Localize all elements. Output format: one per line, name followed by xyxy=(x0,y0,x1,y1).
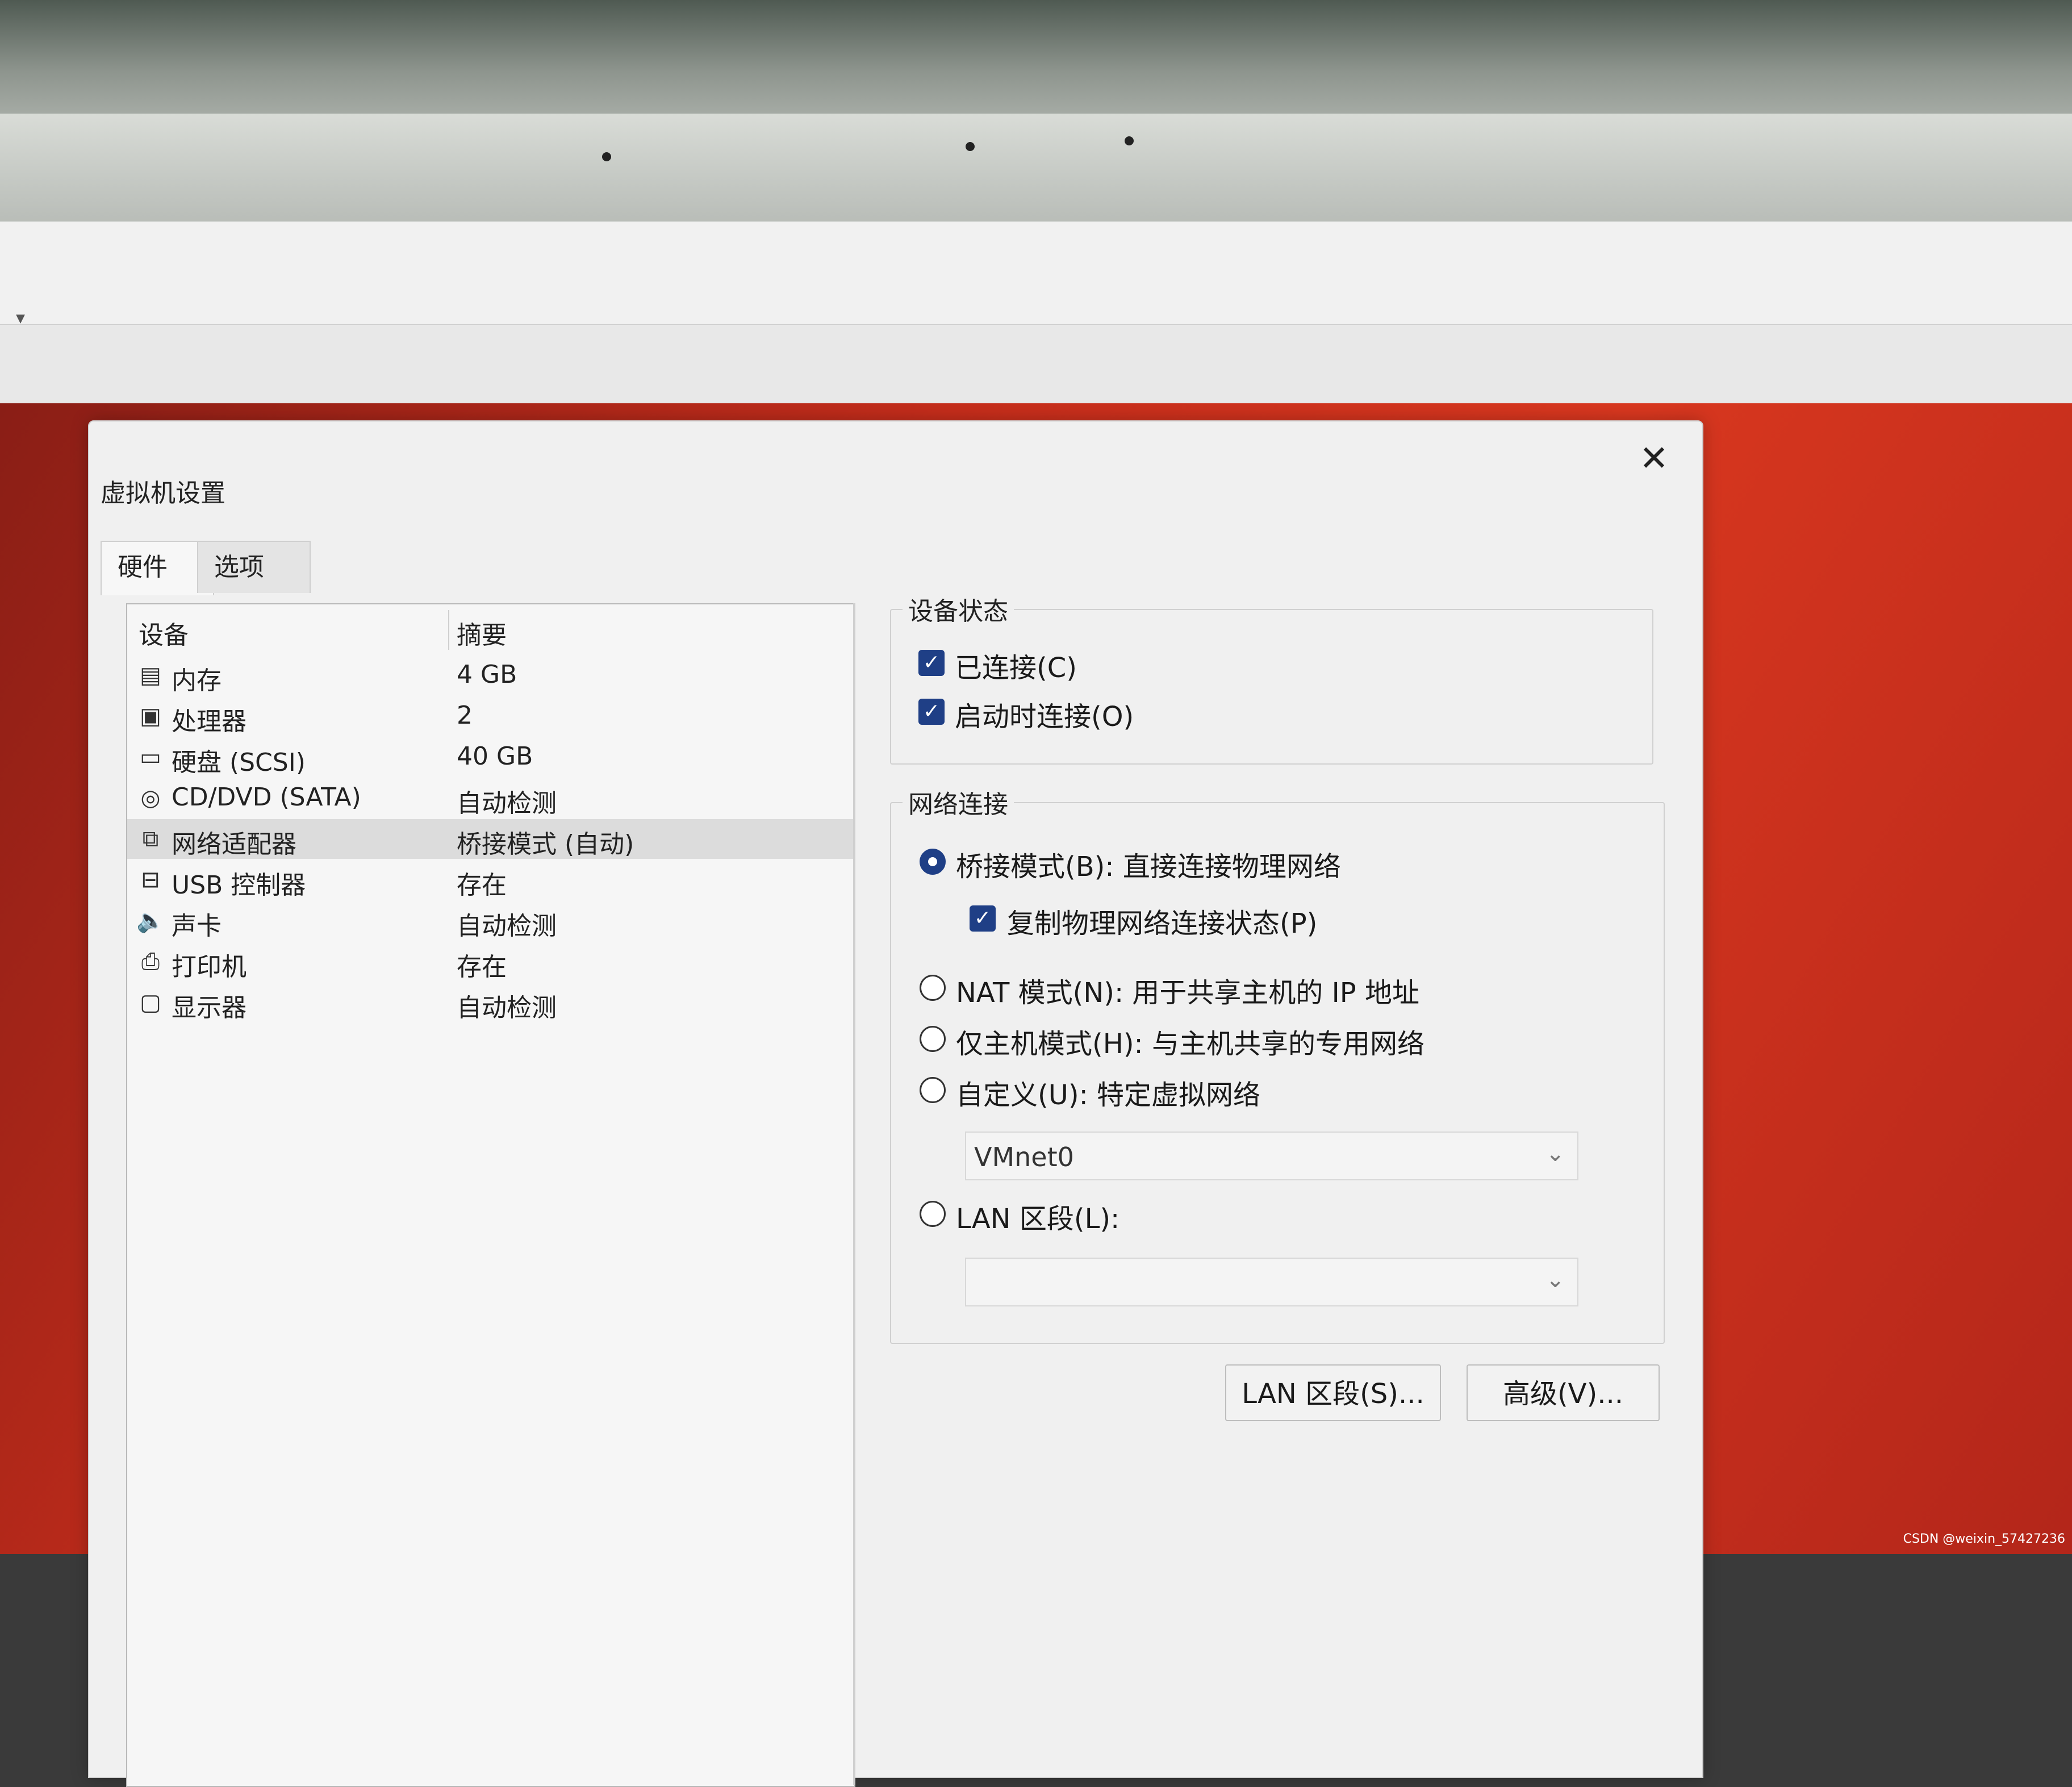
device-summary: 4 GB xyxy=(457,660,517,689)
device-summary: 自动检测 xyxy=(457,993,557,1022)
host-only-radio[interactable] xyxy=(920,1026,946,1052)
panel-separator xyxy=(853,603,855,1785)
printer-icon: ⎙ xyxy=(141,949,160,975)
dialog-titlebar: 虚拟机设置 ✕ xyxy=(89,421,1702,508)
processor-icon: ▣ xyxy=(140,703,161,729)
usb-controller-icon: ⊟ xyxy=(141,867,160,893)
custom-radio[interactable] xyxy=(920,1077,946,1103)
device-row[interactable]: ⊟ USB 控制器 存在 xyxy=(127,860,853,900)
device-row[interactable]: ▭ 硬盘 (SCSI) 40 GB xyxy=(127,737,853,777)
device-name: 处理器 xyxy=(172,707,247,736)
connect-at-power-on-label[interactable]: 启动时连接(O) xyxy=(955,694,1134,734)
device-name: CD/DVD (SATA) xyxy=(172,783,361,812)
screen: ▾ 虚拟机设置 ✕ 硬件 选项 设备 摘要 ▤ 内存 4 GB ▣ 处理器 2 ▭ 硬盘 (S… xyxy=(0,222,2072,1787)
nat-radio[interactable] xyxy=(920,975,946,1001)
column-header-device[interactable]: 设备 xyxy=(139,615,189,651)
laptop-bezel xyxy=(0,114,2072,278)
network-adapter-icon: ⧉ xyxy=(142,826,159,852)
device-summary: 自动检测 xyxy=(457,912,557,941)
custom-network-value: VMnet0 xyxy=(974,1142,1074,1172)
bezel-sensor xyxy=(966,142,975,151)
nat-label[interactable]: NAT 模式(N): 用于共享主机的 IP 地址 xyxy=(956,970,1419,1010)
close-button[interactable]: ✕ xyxy=(1628,433,1680,484)
device-summary: 40 GB xyxy=(457,742,533,771)
device-summary: 自动检测 xyxy=(457,789,557,818)
device-row[interactable]: ▤ 内存 4 GB xyxy=(127,655,853,695)
lan-segment-label[interactable]: LAN 区段(L): xyxy=(956,1196,1119,1236)
device-name: 内存 xyxy=(172,666,222,695)
vm-settings-dialog: 虚拟机设置 ✕ 硬件 选项 设备 摘要 ▤ 内存 4 GB ▣ 处理器 2 ▭ 硬盘 (SCS… xyxy=(88,420,1703,1787)
device-name: 声卡 xyxy=(172,912,222,941)
device-status-group: 设备状态 ✓ 已连接(C) ✓ 启动时连接(O) xyxy=(890,591,1653,765)
background-scene xyxy=(0,0,2072,131)
bezel-sensor xyxy=(1125,136,1134,145)
cd-dvd-icon: ◎ xyxy=(140,785,161,811)
bridged-label[interactable]: 桥接模式(B): 直接连接物理网络 xyxy=(956,844,1341,884)
device-list: 设备 摘要 ▤ 内存 4 GB ▣ 处理器 2 ▭ 硬盘 (SCSI) 40 GB ◎ CD/DVD… xyxy=(126,603,855,1787)
connect-at-power-on-checkbox[interactable]: ✓ xyxy=(918,699,945,725)
replicate-state-checkbox[interactable]: ✓ xyxy=(970,905,996,932)
device-name: 网络适配器 xyxy=(172,830,296,859)
lan-segment-select[interactable]: ⌄ xyxy=(965,1258,1578,1306)
sound-card-icon: 🔈 xyxy=(136,908,165,934)
bridged-radio[interactable] xyxy=(920,849,946,875)
advanced-button[interactable]: 高级(V)... xyxy=(1467,1364,1660,1421)
column-divider[interactable] xyxy=(448,610,449,650)
custom-label[interactable]: 自定义(U): 特定虚拟网络 xyxy=(956,1072,1260,1112)
device-name: 显示器 xyxy=(172,993,247,1022)
device-name: 硬盘 (SCSI) xyxy=(172,748,306,777)
device-row[interactable]: 🔈 声卡 自动检测 xyxy=(127,901,853,941)
bezel-sensor xyxy=(602,152,611,161)
device-row[interactable]: ⎙ 打印机 存在 xyxy=(127,942,853,982)
host-toolbar: ▾ xyxy=(0,222,2072,328)
device-name: 打印机 xyxy=(172,953,247,982)
chevron-down-icon: ⌄ xyxy=(1545,1141,1565,1167)
device-summary: 存在 xyxy=(457,953,507,982)
dialog-title: 虚拟机设置 xyxy=(101,479,225,508)
device-summary: 桥接模式 (自动) xyxy=(457,830,634,859)
watermark: CSDN @weixin_57427236 xyxy=(1903,1532,2065,1546)
device-summary: 存在 xyxy=(457,871,507,900)
memory-icon: ▤ xyxy=(140,662,161,688)
lan-segments-button[interactable]: LAN 区段(S)... xyxy=(1225,1364,1441,1421)
device-status-title: 设备状态 xyxy=(903,591,1014,627)
tab-options[interactable]: 选项 xyxy=(197,541,311,593)
network-connection-group: 网络连接 桥接模式(B): 直接连接物理网络 ✓ 复制物理网络连接状态(P) N… xyxy=(890,784,1665,1344)
device-row[interactable]: ▣ 处理器 2 xyxy=(127,696,853,736)
lan-segment-radio[interactable] xyxy=(920,1201,946,1227)
display-icon: ▢ xyxy=(140,989,161,1016)
host-dropdown-arrow[interactable]: ▾ xyxy=(16,307,39,329)
chevron-down-icon: ⌄ xyxy=(1545,1267,1565,1293)
device-row[interactable]: ◎ CD/DVD (SATA) 自动检测 xyxy=(127,778,853,818)
host-only-label[interactable]: 仅主机模式(H): 与主机共享的专用网络 xyxy=(956,1021,1424,1061)
replicate-state-label[interactable]: 复制物理网络连接状态(P) xyxy=(1007,901,1317,941)
column-header-summary[interactable]: 摘要 xyxy=(457,615,507,651)
connected-label[interactable]: 已连接(C) xyxy=(955,645,1077,685)
device-row[interactable]: ▢ 显示器 自动检测 xyxy=(127,983,853,1022)
device-summary: 2 xyxy=(457,701,473,730)
connected-checkbox[interactable]: ✓ xyxy=(918,650,945,676)
hard-disk-icon: ▭ xyxy=(140,744,161,770)
device-row[interactable]: ⧉ 网络适配器 桥接模式 (自动) xyxy=(127,819,853,859)
device-name: USB 控制器 xyxy=(172,871,306,900)
network-connection-title: 网络连接 xyxy=(903,784,1014,820)
custom-network-select[interactable]: VMnet0 ⌄ xyxy=(965,1132,1578,1180)
